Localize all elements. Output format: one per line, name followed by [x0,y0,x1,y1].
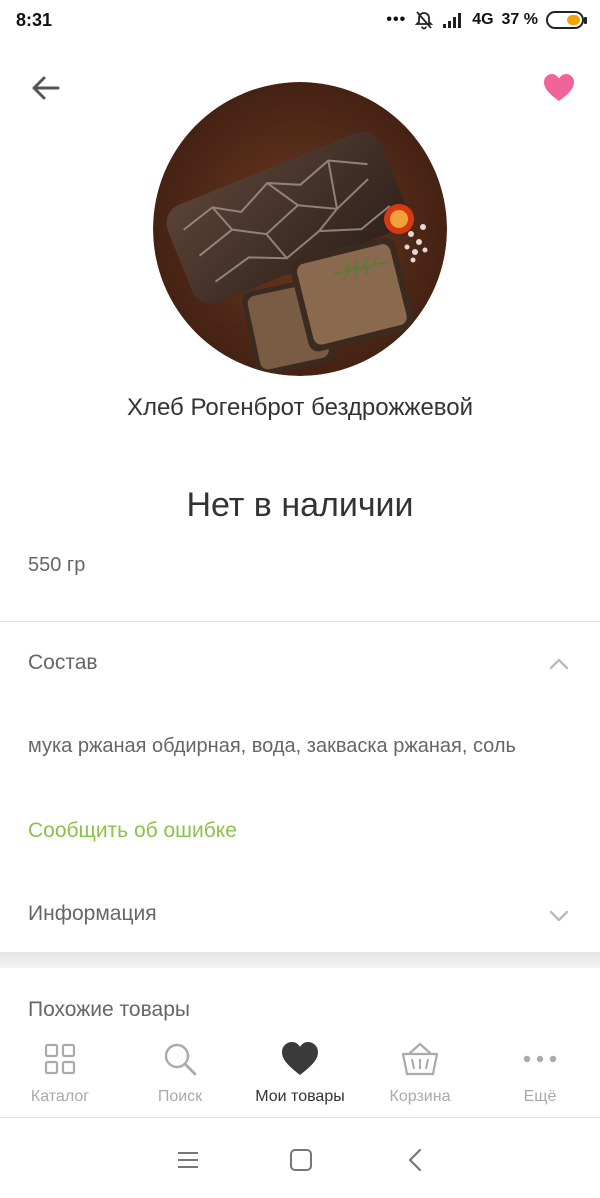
tab-catalog[interactable]: Каталог [0,1030,120,1117]
tab-more[interactable]: Ещё [480,1030,600,1117]
availability-status: Нет в наличии [186,486,414,524]
battery-icon [546,11,587,29]
tab-label: Корзина [389,1088,451,1105]
similar-products-title: Похожие товары [28,998,190,1021]
grid-icon [44,1043,76,1075]
status-bar: 8:31 ••• 4G 37 % [0,0,600,40]
product-weight: 550 гр [28,554,86,576]
back-button[interactable] [28,70,64,106]
notification-dots: ••• [386,11,407,28]
status-icons: ••• 4G 37 % [386,10,587,30]
menu-icon [178,1152,198,1168]
divider [0,621,600,622]
tab-search[interactable]: Поиск [120,1030,240,1117]
composition-title: Состав [28,651,98,674]
chevron-down-icon [549,910,569,922]
heart-icon [282,1042,318,1075]
tab-label: Каталог [30,1088,90,1105]
section-separator [0,952,600,968]
signal-icon [442,11,464,29]
system-nav-bar [0,1119,600,1198]
product-image [153,82,447,376]
muted-bell-icon [414,10,434,30]
arrow-left-icon [32,76,60,100]
home-icon [290,1149,312,1171]
heart-icon [544,74,574,101]
composition-text: мука ржаная обдирная, вода, закваска ржа… [28,735,516,757]
info-section-header[interactable]: Информация [0,884,600,944]
battery-percent: 37 % [501,11,538,28]
tab-cart[interactable]: Корзина [360,1030,480,1117]
info-title: Информация [28,902,157,925]
battery-fill [567,15,580,25]
more-icon [523,1055,557,1063]
nav-back-button[interactable] [403,1147,429,1173]
network-type: 4G [472,11,494,28]
bottom-tab-bar: Каталог Поиск Мои товары Корзина Ещё [0,1030,600,1118]
report-error-link[interactable]: Сообщить об ошибке [28,819,237,843]
search-icon [164,1043,197,1076]
tab-label: Мои товары [255,1088,345,1105]
composition-section-header[interactable]: Состав [0,633,600,693]
product-name: Хлеб Рогенброт бездрожжевой [126,394,474,421]
nav-home-button[interactable] [288,1147,314,1173]
favorite-button[interactable] [542,72,576,104]
tab-my-products[interactable]: Мои товары [240,1030,360,1117]
status-time: 8:31 [16,10,53,30]
basket-icon [401,1042,439,1076]
tab-label: Поиск [157,1088,203,1105]
chevron-up-icon [549,658,569,670]
back-icon [408,1148,422,1172]
nav-menu-button[interactable] [175,1147,201,1173]
tab-label: Ещё [523,1088,557,1105]
